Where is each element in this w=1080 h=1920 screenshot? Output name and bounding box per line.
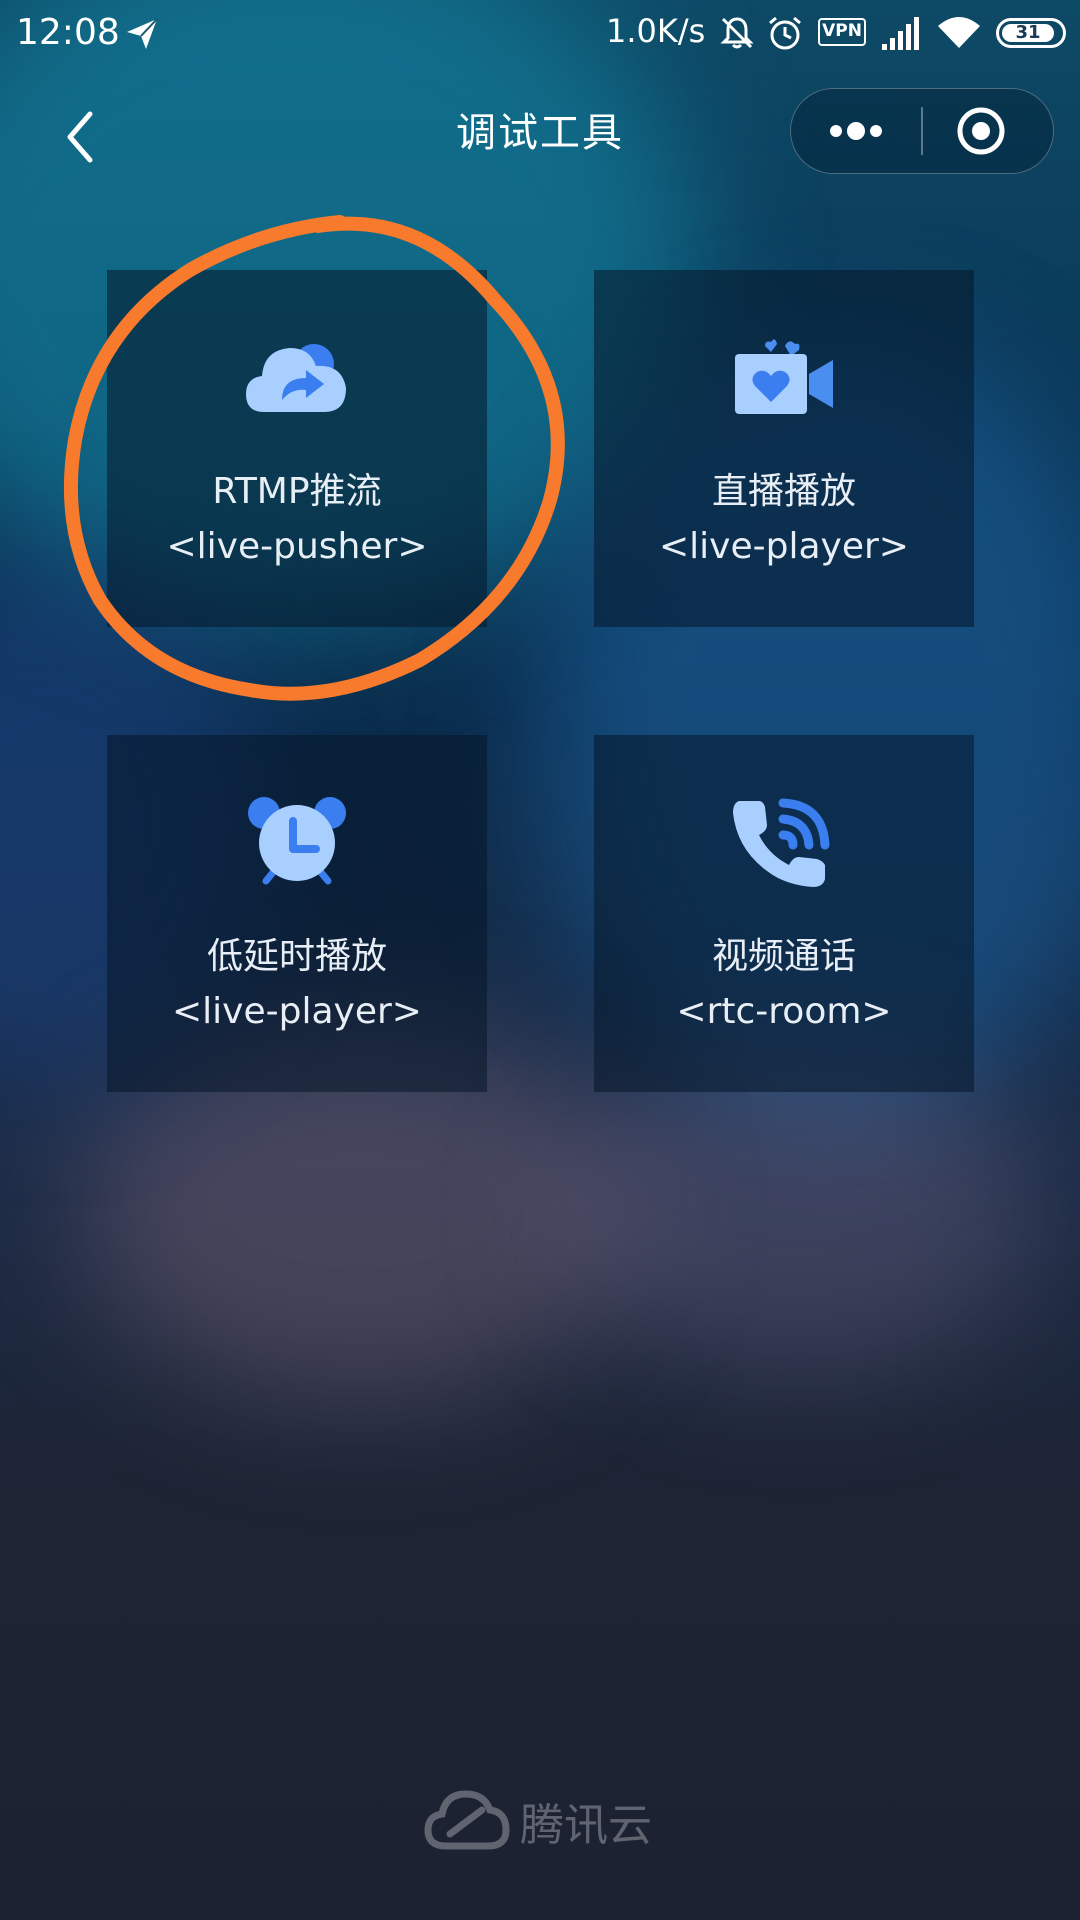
card-title: 视频通话 xyxy=(711,936,856,977)
nav-bar: 调试工具 xyxy=(0,70,1080,200)
card-subtitle: <live-player> xyxy=(659,526,909,567)
card-title: 低延时播放 xyxy=(206,936,387,977)
vpn-label: VPN xyxy=(822,21,862,41)
tencent-cloud-logo-icon xyxy=(424,1790,510,1850)
card-subtitle: <rtc-room> xyxy=(676,991,892,1032)
card-video-call[interactable]: 视频通话 <rtc-room> xyxy=(594,735,974,1092)
target-circle-icon xyxy=(957,107,1005,155)
cloud-share-icon xyxy=(246,344,346,412)
card-title: RTMP推流 xyxy=(212,471,382,512)
signal-icon xyxy=(882,17,919,50)
more-dots-icon xyxy=(830,122,882,140)
card-low-latency-play[interactable]: 低延时播放 <live-player> xyxy=(107,735,487,1092)
footer-brand: 腾讯云 xyxy=(520,1800,652,1851)
network-speed: 1.0K/s xyxy=(606,12,706,50)
card-subtitle: <live-player> xyxy=(172,991,422,1032)
battery-level: 31 xyxy=(1002,24,1054,42)
close-button[interactable] xyxy=(922,89,1053,173)
footer: 腾讯云 xyxy=(0,1786,1080,1856)
phone-call-icon xyxy=(733,798,830,887)
card-subtitle: <live-pusher> xyxy=(166,526,428,567)
battery-icon: 31 xyxy=(996,18,1066,48)
more-button[interactable] xyxy=(791,89,921,173)
video-camera-heart-icon xyxy=(735,339,833,414)
mute-icon xyxy=(720,17,754,49)
card-live-play[interactable]: 直播播放 <live-player> xyxy=(594,270,974,627)
status-bar: 12:08 1.0K/s VPN 31 xyxy=(0,0,1080,66)
alarm-icon xyxy=(769,16,801,50)
card-title: 直播播放 xyxy=(711,471,856,512)
card-rtmp-push[interactable]: RTMP推流 <live-pusher> xyxy=(107,270,487,627)
mini-program-capsule xyxy=(790,88,1054,174)
wifi-icon xyxy=(938,17,980,48)
status-time: 12:08 xyxy=(16,12,120,53)
send-icon xyxy=(127,18,158,49)
alarm-clock-icon xyxy=(248,797,346,885)
vpn-icon: VPN xyxy=(818,18,866,46)
